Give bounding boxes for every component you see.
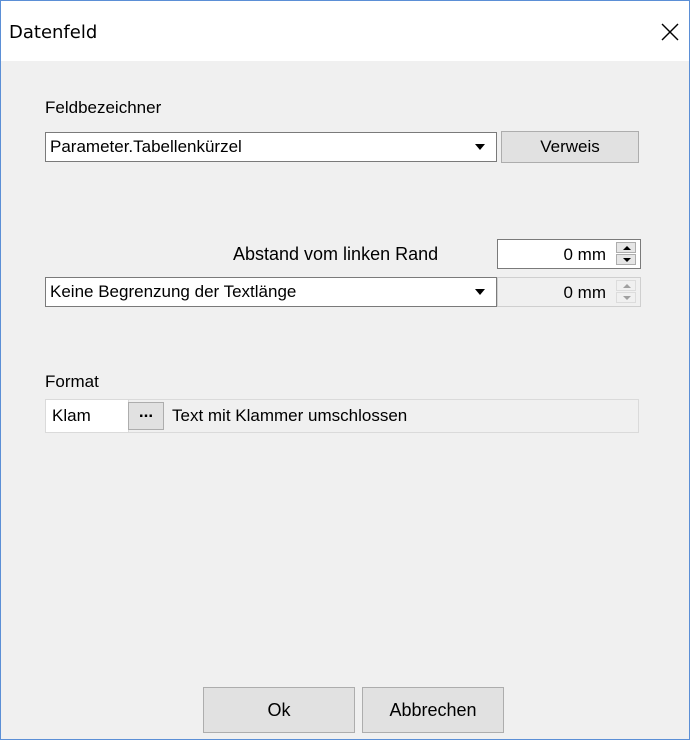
- begrenzung-spinbox: 0 mm: [497, 277, 641, 307]
- cancel-button[interactable]: Abbrechen: [362, 687, 504, 733]
- abstand-decrement-button[interactable]: [616, 254, 636, 265]
- title-bar: Datenfeld: [1, 1, 689, 61]
- begrenzung-spin-arrows: [616, 280, 638, 304]
- arrow-down-icon: [623, 296, 631, 300]
- close-button[interactable]: [649, 13, 689, 53]
- verweis-button[interactable]: Verweis: [501, 131, 639, 163]
- cancel-label: Abbrechen: [389, 700, 477, 720]
- begrenzung-combobox[interactable]: Keine Begrenzung der Textlänge: [45, 277, 497, 307]
- close-icon: [661, 23, 679, 41]
- ok-button[interactable]: Ok: [203, 687, 355, 733]
- abstand-spinbox[interactable]: 0 mm: [497, 239, 641, 269]
- format-code-field[interactable]: Klam: [46, 400, 129, 432]
- dialog-window: Datenfeld Feldbezeichner Parameter.Tabel…: [0, 0, 690, 740]
- format-row: Klam ... Text mit Klammer umschlossen: [45, 399, 639, 433]
- feldbezeichner-value: Parameter.Tabellenkürzel: [50, 137, 242, 156]
- begrenzung-increment-button: [616, 280, 636, 291]
- window-title: Datenfeld: [9, 22, 98, 43]
- abstand-spin-arrows: [616, 242, 638, 266]
- abstand-label: Abstand vom linken Rand: [233, 244, 439, 264]
- format-label: Format: [45, 372, 99, 391]
- chevron-down-icon: [475, 289, 485, 295]
- arrow-up-icon: [623, 246, 631, 250]
- verweis-label: Verweis: [540, 137, 600, 156]
- arrow-up-icon: [623, 284, 631, 288]
- arrow-down-icon: [623, 258, 631, 262]
- begrenzung-value: Keine Begrenzung der Textlänge: [50, 282, 297, 301]
- format-code-value: Klam: [52, 406, 91, 425]
- begrenzung-spin-value: 0 mm: [563, 283, 607, 302]
- begrenzung-decrement-button: [616, 292, 636, 303]
- feldbezeichner-label: Feldbezeichner: [45, 98, 162, 117]
- ok-label: Ok: [267, 700, 291, 720]
- abstand-value: 0 mm: [563, 245, 607, 264]
- format-description: Text mit Klammer umschlossen: [172, 406, 408, 425]
- feldbezeichner-dropdown-button[interactable]: [464, 133, 496, 161]
- chevron-down-icon: [475, 144, 485, 150]
- abstand-increment-button[interactable]: [616, 242, 636, 253]
- feldbezeichner-combobox[interactable]: Parameter.Tabellenkürzel: [45, 132, 497, 162]
- begrenzung-dropdown-button[interactable]: [464, 278, 496, 306]
- format-browse-button[interactable]: ...: [128, 402, 164, 430]
